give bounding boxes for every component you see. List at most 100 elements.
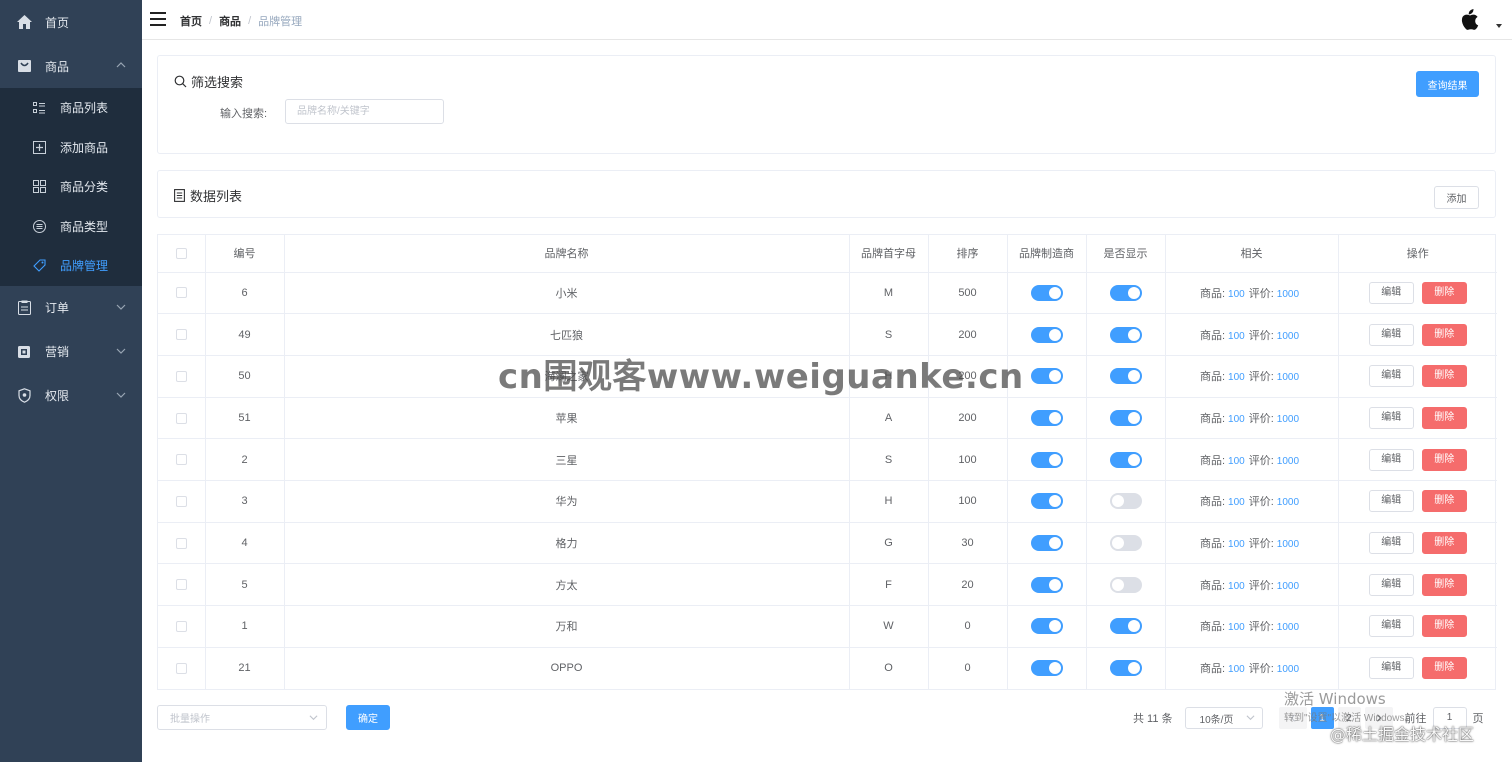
delete-button[interactable]: 删除 bbox=[1421, 657, 1467, 680]
sidebar-item-products[interactable]: 商品 bbox=[0, 44, 142, 88]
breadcrumb-products[interactable]: 商品 bbox=[219, 13, 241, 29]
delete-button[interactable]: 删除 bbox=[1421, 490, 1467, 513]
factory-status-switch[interactable] bbox=[1030, 326, 1063, 343]
breadcrumb-home[interactable]: 首页 bbox=[180, 13, 202, 29]
factory-status-switch[interactable] bbox=[1030, 660, 1063, 677]
show-status-switch[interactable] bbox=[1109, 576, 1142, 593]
avatar-dropdown-caret-icon[interactable] bbox=[1496, 24, 1502, 28]
sidebar-item-orders[interactable]: 订单 bbox=[0, 286, 142, 330]
edit-button[interactable]: 编辑 bbox=[1368, 573, 1414, 596]
factory-status-switch[interactable] bbox=[1030, 618, 1063, 635]
sidebar-item-add-product[interactable]: 添加商品 bbox=[0, 128, 142, 168]
related-products-link[interactable]: 100 bbox=[1228, 622, 1245, 633]
edit-button[interactable]: 编辑 bbox=[1368, 657, 1414, 680]
related-products-link[interactable]: 100 bbox=[1228, 664, 1245, 675]
show-status-switch[interactable] bbox=[1109, 326, 1142, 343]
show-status-switch[interactable] bbox=[1109, 618, 1142, 635]
related-reviews-link[interactable]: 1000 bbox=[1277, 372, 1299, 383]
related-products-link[interactable]: 100 bbox=[1228, 289, 1245, 300]
factory-status-switch[interactable] bbox=[1030, 534, 1063, 551]
row-select-cell bbox=[158, 438, 206, 481]
delete-button[interactable]: 删除 bbox=[1421, 573, 1467, 596]
cell-show-status bbox=[1086, 397, 1166, 440]
sidebar-item-permissions[interactable]: 权限 bbox=[0, 374, 142, 418]
factory-status-switch[interactable] bbox=[1030, 576, 1063, 593]
show-status-switch[interactable] bbox=[1109, 284, 1142, 301]
delete-button[interactable]: 删除 bbox=[1421, 406, 1467, 429]
cell-actions: 编辑 删除 bbox=[1338, 313, 1497, 356]
row-checkbox[interactable] bbox=[175, 620, 187, 632]
row-checkbox[interactable] bbox=[175, 412, 187, 424]
sidebar-item-product-category[interactable]: 商品分类 bbox=[0, 167, 142, 207]
delete-button[interactable]: 删除 bbox=[1421, 448, 1467, 471]
select-all-checkbox[interactable] bbox=[175, 247, 187, 259]
related-reviews-link[interactable]: 1000 bbox=[1277, 539, 1299, 550]
related-reviews-link[interactable]: 1000 bbox=[1277, 622, 1299, 633]
sidebar-item-home[interactable]: 首页 bbox=[0, 0, 142, 44]
delete-button[interactable]: 删除 bbox=[1421, 323, 1467, 346]
related-reviews-link[interactable]: 1000 bbox=[1277, 289, 1299, 300]
row-checkbox[interactable] bbox=[175, 370, 187, 382]
show-status-switch[interactable] bbox=[1109, 660, 1142, 677]
delete-button[interactable]: 删除 bbox=[1421, 365, 1467, 388]
column-header: 品牌名称 bbox=[284, 235, 850, 273]
sidebar-item-product-list[interactable]: 商品列表 bbox=[0, 88, 142, 128]
page-size-select[interactable]: 10条/页 bbox=[1184, 707, 1263, 729]
factory-status-switch[interactable] bbox=[1030, 368, 1063, 385]
row-checkbox[interactable] bbox=[175, 662, 187, 674]
show-status-switch[interactable] bbox=[1109, 451, 1142, 468]
factory-status-switch[interactable] bbox=[1030, 409, 1063, 426]
sidebar-item-marketing[interactable]: 营销 bbox=[0, 330, 142, 374]
row-checkbox[interactable] bbox=[175, 495, 187, 507]
factory-status-switch[interactable] bbox=[1030, 451, 1063, 468]
related-products-link[interactable]: 100 bbox=[1228, 539, 1245, 550]
hamburger-menu-icon[interactable] bbox=[150, 12, 166, 26]
batch-operation-select[interactable]: 批量操作 bbox=[157, 705, 327, 730]
edit-button[interactable]: 编辑 bbox=[1368, 365, 1414, 388]
row-checkbox[interactable] bbox=[175, 287, 187, 299]
sidebar-item-brand-management[interactable]: 品牌管理 bbox=[0, 246, 142, 286]
avatar[interactable] bbox=[1456, 5, 1484, 33]
related-reviews-link[interactable]: 1000 bbox=[1277, 581, 1299, 592]
edit-button[interactable]: 编辑 bbox=[1368, 615, 1414, 638]
add-brand-button[interactable]: 添加 bbox=[1434, 186, 1479, 209]
related-products-link[interactable]: 100 bbox=[1228, 414, 1245, 425]
row-checkbox[interactable] bbox=[175, 537, 187, 549]
cell-actions: 编辑 删除 bbox=[1338, 272, 1497, 315]
show-status-switch[interactable] bbox=[1109, 493, 1142, 510]
related-reviews-link[interactable]: 1000 bbox=[1277, 414, 1299, 425]
factory-status-switch[interactable] bbox=[1030, 284, 1063, 301]
row-checkbox[interactable] bbox=[175, 454, 187, 466]
show-status-switch[interactable] bbox=[1109, 409, 1142, 426]
cell-show-status bbox=[1086, 313, 1166, 356]
show-status-switch[interactable] bbox=[1109, 534, 1142, 551]
edit-button[interactable]: 编辑 bbox=[1368, 406, 1414, 429]
edit-button[interactable]: 编辑 bbox=[1368, 281, 1414, 304]
factory-status-switch[interactable] bbox=[1030, 493, 1063, 510]
related-reviews-link[interactable]: 1000 bbox=[1277, 331, 1299, 342]
row-checkbox[interactable] bbox=[175, 329, 187, 341]
delete-button[interactable]: 删除 bbox=[1421, 531, 1467, 554]
delete-button[interactable]: 删除 bbox=[1421, 281, 1467, 304]
delete-button[interactable]: 删除 bbox=[1421, 615, 1467, 638]
related-reviews-link[interactable]: 1000 bbox=[1277, 497, 1299, 508]
edit-button[interactable]: 编辑 bbox=[1368, 448, 1414, 471]
show-status-switch[interactable] bbox=[1109, 368, 1142, 385]
related-reviews-link[interactable]: 1000 bbox=[1277, 456, 1299, 467]
related-reviews-link[interactable]: 1000 bbox=[1277, 664, 1299, 675]
brand-search-input[interactable] bbox=[285, 99, 444, 124]
edit-button[interactable]: 编辑 bbox=[1368, 531, 1414, 554]
related-products-label: 商品: bbox=[1199, 579, 1226, 592]
related-products-label: 商品: bbox=[1199, 454, 1226, 467]
edit-button[interactable]: 编辑 bbox=[1368, 490, 1414, 513]
related-products-link[interactable]: 100 bbox=[1228, 372, 1245, 383]
sidebar-item-product-type[interactable]: 商品类型 bbox=[0, 207, 142, 247]
row-checkbox[interactable] bbox=[175, 579, 187, 591]
confirm-batch-button[interactable]: 确定 bbox=[346, 705, 390, 730]
related-products-link[interactable]: 100 bbox=[1228, 331, 1245, 342]
edit-button[interactable]: 编辑 bbox=[1368, 323, 1414, 346]
query-results-button[interactable]: 查询结果 bbox=[1416, 71, 1479, 97]
related-products-link[interactable]: 100 bbox=[1228, 456, 1245, 467]
related-products-link[interactable]: 100 bbox=[1228, 497, 1245, 508]
related-products-link[interactable]: 100 bbox=[1228, 581, 1245, 592]
